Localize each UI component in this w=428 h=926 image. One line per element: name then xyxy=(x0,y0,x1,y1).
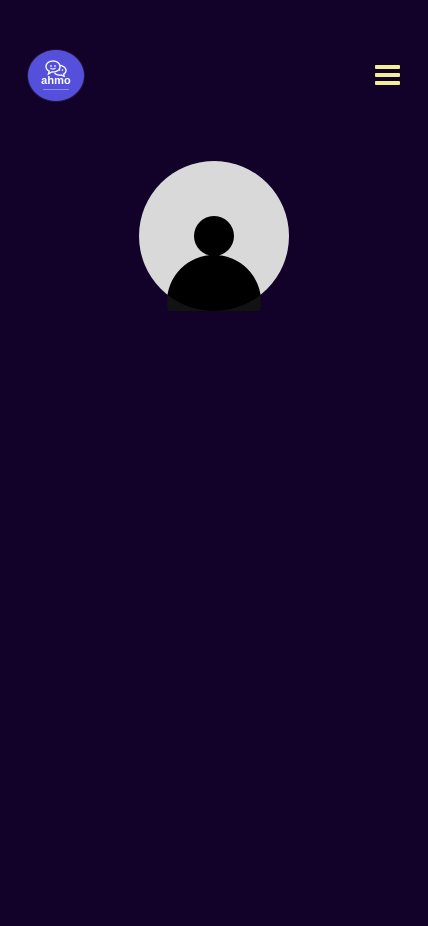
default-user-avatar-icon[interactable] xyxy=(139,161,289,311)
menu-bar-icon xyxy=(374,81,400,85)
avatar-head xyxy=(194,216,234,256)
menu-bar-icon xyxy=(374,65,400,69)
menu-bar-icon xyxy=(374,73,400,77)
app-logo[interactable]: ahmo xyxy=(28,50,84,101)
hamburger-menu-button[interactable] xyxy=(373,64,401,86)
logo-text: ahmo xyxy=(41,75,71,87)
logo-divider xyxy=(43,89,69,90)
page: ahmo xyxy=(0,0,428,926)
